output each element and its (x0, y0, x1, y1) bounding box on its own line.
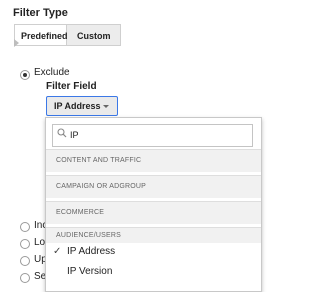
category-audience-users: AUDIENCE/USERS (46, 227, 261, 243)
tab-predefined-label: Predefined (21, 31, 68, 41)
category-content-and-traffic: CONTENT AND TRAFFIC (46, 149, 261, 172)
category-campaign-or-adgroup: CAMPAIGN OR ADGROUP (46, 175, 261, 198)
radio-option-2-label: Lo (34, 237, 46, 248)
tab-predefined[interactable]: Predefined (14, 24, 68, 47)
option-ip-version-label: IP Version (67, 266, 113, 277)
filter-field-dropdown-value: IP Address (54, 101, 101, 111)
chevron-down-icon (103, 105, 109, 108)
option-ip-address-label: IP Address (67, 246, 116, 257)
filter-field-dropdown[interactable]: IP Address (46, 96, 118, 116)
checkmark-icon: ✓ (53, 246, 62, 257)
category-ecommerce: ECOMMERCE (46, 201, 261, 224)
exclude-label: Exclude (34, 67, 70, 78)
popup-search-value: IP (70, 130, 79, 140)
filter-type-label: Filter Type (13, 7, 68, 19)
radio-option-3[interactable] (20, 256, 30, 266)
radio-option-4[interactable] (20, 273, 30, 283)
tab-custom[interactable]: Custom (67, 24, 121, 46)
tab-custom-label: Custom (77, 31, 111, 41)
radio-option-2[interactable] (20, 239, 30, 249)
option-ip-address[interactable]: ✓ IP Address (46, 242, 261, 262)
search-icon (57, 128, 67, 138)
filter-type-tabs: Predefined Custom (14, 24, 121, 47)
tab-notch-icon (14, 39, 19, 47)
radio-option-1[interactable] (20, 222, 30, 232)
filter-field-popup: IP CONTENT AND TRAFFIC CAMPAIGN OR ADGRO… (45, 117, 262, 292)
popup-search-input[interactable]: IP (52, 124, 253, 147)
filter-field-label: Filter Field (46, 81, 97, 92)
exclude-radio[interactable] (20, 70, 30, 80)
option-ip-version[interactable]: IP Version (46, 262, 261, 282)
